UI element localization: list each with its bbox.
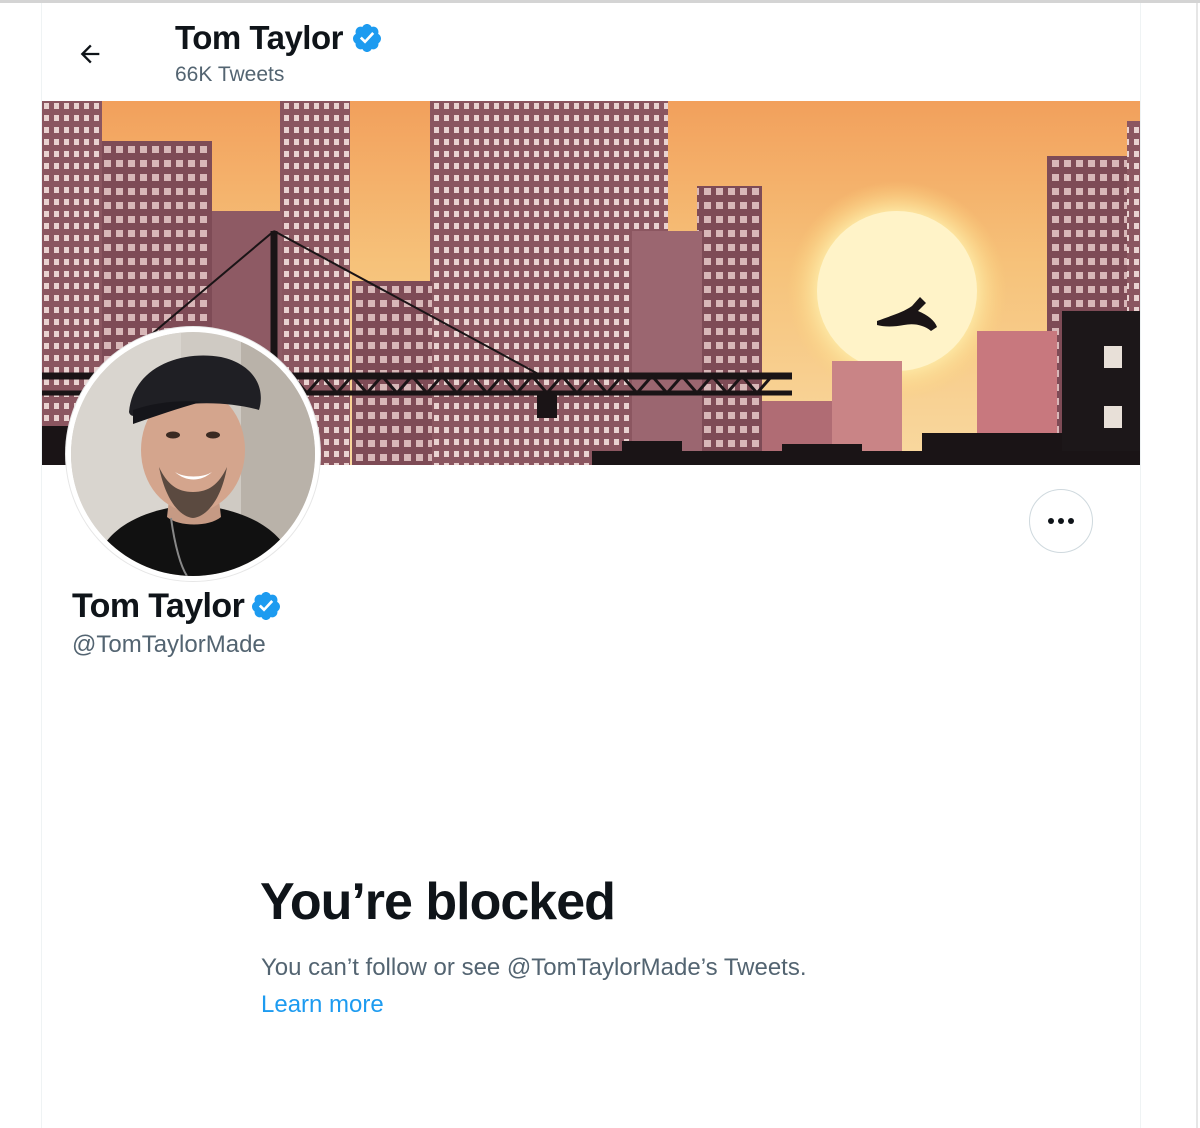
more-horizontal-icon (1048, 518, 1074, 524)
profile-handle: @TomTaylorMade (72, 631, 266, 658)
profile-display-name: Tom Taylor (72, 587, 245, 625)
window-right-border (1196, 3, 1198, 1128)
profile-name-row: Tom Taylor (72, 585, 282, 627)
back-button[interactable] (66, 30, 114, 78)
verified-badge-icon (252, 592, 281, 620)
arrow-left-icon (80, 44, 100, 64)
avatar-photo (71, 332, 315, 576)
window-top-border (0, 0, 1200, 3)
verified-badge-icon (352, 24, 381, 52)
header-title: Tom Taylor (175, 18, 383, 58)
column-right-border (1140, 3, 1141, 1128)
more-options-button[interactable] (1029, 489, 1093, 553)
learn-more-link[interactable]: Learn more (261, 990, 384, 1020)
tweet-count: 66K Tweets (175, 63, 285, 86)
avatar[interactable] (66, 327, 320, 581)
header-display-name: Tom Taylor (175, 19, 343, 56)
blocked-title: You’re blocked (260, 873, 616, 931)
blocked-description: You can’t follow or see @TomTaylorMade’s… (261, 954, 807, 981)
